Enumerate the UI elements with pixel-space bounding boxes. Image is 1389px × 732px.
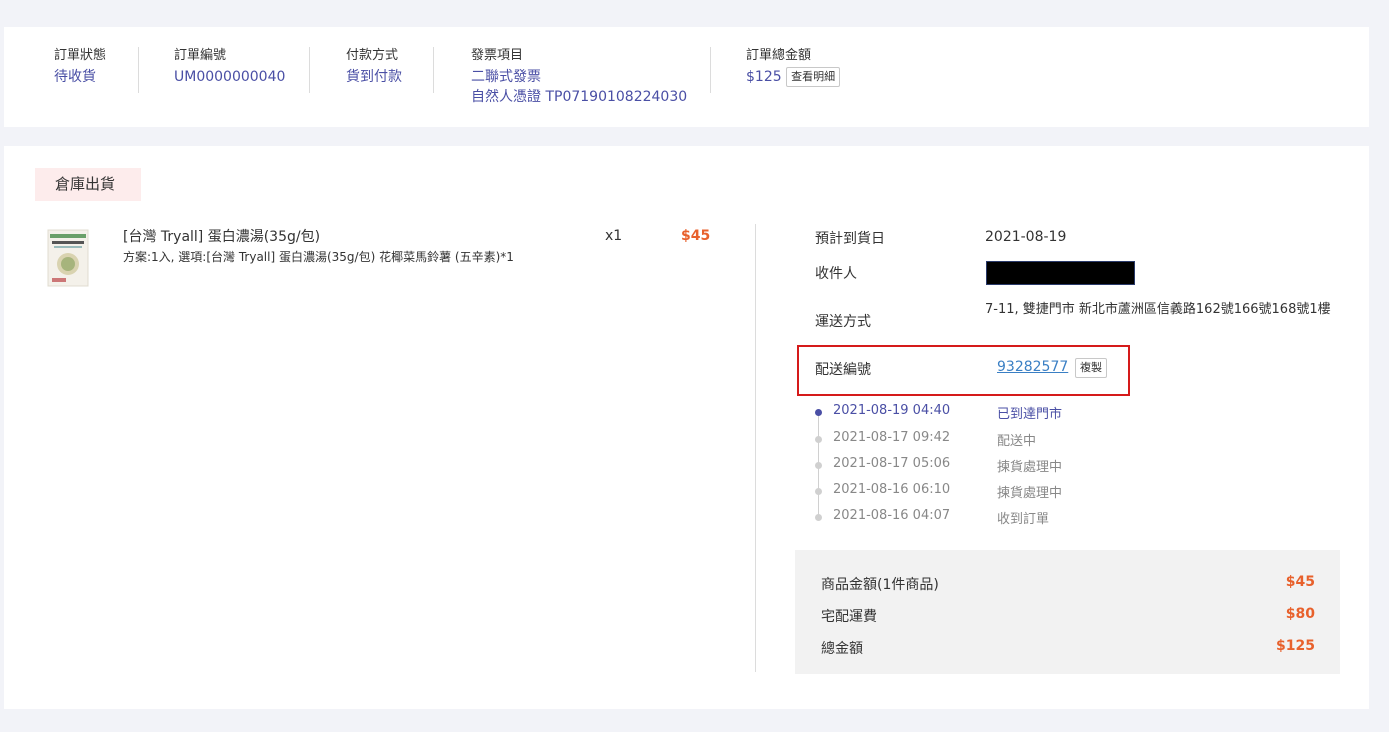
grand-total-row: 總金額 $125	[821, 638, 1315, 660]
product-quantity: x1	[605, 228, 623, 244]
timeline-time: 2021-08-17 05:06	[833, 456, 951, 471]
order-status-label: 訂單狀態	[54, 48, 107, 63]
order-total: 訂單總金額 $125 查看明細	[746, 47, 841, 87]
eta-label: 預計到貨日	[815, 231, 885, 247]
order-total-row: $125 查看明細	[746, 67, 841, 87]
timeline-dot-icon	[815, 409, 822, 416]
timeline-status: 揀貨處理中	[997, 486, 1063, 501]
copy-tracking-button[interactable]: 複製	[1075, 358, 1107, 378]
shipping-method-value: 7-11, 雙捷門市 新北市蘆洲區信義路162號166號168號1樓	[985, 302, 1331, 317]
summary-divider	[138, 47, 139, 93]
timeline-time: 2021-08-16 04:07	[833, 508, 951, 523]
invoice-carrier: 自然人憑證 TP07190108224030	[471, 89, 688, 105]
timeline-time: 2021-08-16 06:10	[833, 482, 951, 497]
timeline-status: 收到訂單	[997, 512, 1050, 527]
summary-divider	[309, 47, 310, 93]
content-divider	[755, 224, 756, 672]
shipment-source-tag: 倉庫出貨	[35, 168, 141, 201]
timeline-item: 2021-08-16 06:10 揀貨處理中	[810, 482, 1210, 508]
subtotal-row: 商品金額(1件商品) $45	[821, 574, 1315, 596]
product-option: 方案:1入, 選項:[台灣 Tryall] 蛋白濃湯(35g/包) 花椰菜馬鈴薯…	[123, 250, 514, 264]
tracking-number-link[interactable]: 93282577	[997, 359, 1068, 375]
summary-divider	[710, 47, 711, 93]
timeline-item: 2021-08-17 09:42 配送中	[810, 430, 1210, 456]
shipping-method-label: 運送方式	[815, 314, 871, 330]
shipping-fee-row: 宅配運費 $80	[821, 606, 1315, 628]
timeline-dot-icon	[815, 436, 822, 443]
shipment-detail-card: 倉庫出貨 [台灣 Tryall] 蛋白濃湯(35g/包) 方案:1入, 選項:[…	[4, 146, 1369, 709]
order-total-value: $125	[746, 69, 782, 85]
grand-total-label: 總金額	[821, 641, 863, 657]
product-price: $45	[681, 228, 711, 244]
timeline-status: 揀貨處理中	[997, 460, 1063, 475]
order-number: 訂單編號 UM0000000040	[174, 47, 285, 87]
timeline-item: 2021-08-16 04:07 收到訂單	[810, 508, 1210, 534]
product-thumbnail[interactable]	[46, 228, 90, 288]
product-name[interactable]: [台灣 Tryall] 蛋白濃湯(35g/包)	[123, 227, 320, 247]
shipping-fee-value: $80	[1285, 606, 1315, 622]
shipping-fee-label: 宅配運費	[821, 609, 877, 625]
order-number-label: 訂單編號	[174, 48, 227, 63]
timeline-time: 2021-08-19 04:40	[833, 403, 951, 418]
invoice-label: 發票項目	[471, 48, 524, 63]
timeline-dot-icon	[815, 488, 822, 495]
payment-method-value: 貨到付款	[346, 69, 402, 85]
order-number-value: UM0000000040	[174, 69, 286, 85]
view-details-button[interactable]: 查看明細	[786, 67, 841, 87]
order-status-value: 待收貨	[54, 69, 96, 85]
recipient-redacted	[986, 261, 1135, 285]
grand-total-value: $125	[1276, 638, 1315, 654]
order-totals-box: 商品金額(1件商品) $45 宅配運費 $80 總金額 $125	[795, 550, 1340, 674]
timeline-item: 2021-08-17 05:06 揀貨處理中	[810, 456, 1210, 482]
payment-method: 付款方式 貨到付款	[346, 47, 402, 87]
timeline-item: 2021-08-19 04:40 已到達門市	[810, 403, 1210, 429]
order-summary-card: 訂單狀態 待收貨 訂單編號 UM0000000040 付款方式 貨到付款 發票項…	[4, 27, 1369, 127]
subtotal-value: $45	[1285, 574, 1315, 590]
timeline-time: 2021-08-17 09:42	[833, 430, 951, 445]
timeline-dot-icon	[815, 514, 822, 521]
tracking-label: 配送編號	[815, 362, 871, 378]
eta-value: 2021-08-19	[985, 229, 1067, 245]
invoice-type: 二聯式發票	[471, 69, 541, 85]
order-status: 訂單狀態 待收貨	[54, 47, 106, 87]
subtotal-label: 商品金額(1件商品)	[821, 577, 939, 593]
timeline-dot-icon	[815, 462, 822, 469]
invoice-info: 發票項目 二聯式發票 自然人憑證 TP07190108224030	[471, 47, 687, 107]
order-total-label: 訂單總金額	[746, 48, 812, 63]
timeline-status: 配送中	[997, 434, 1037, 449]
summary-divider	[433, 47, 434, 93]
payment-method-label: 付款方式	[346, 48, 399, 63]
timeline-status: 已到達門市	[997, 407, 1063, 422]
recipient-label: 收件人	[815, 266, 857, 282]
